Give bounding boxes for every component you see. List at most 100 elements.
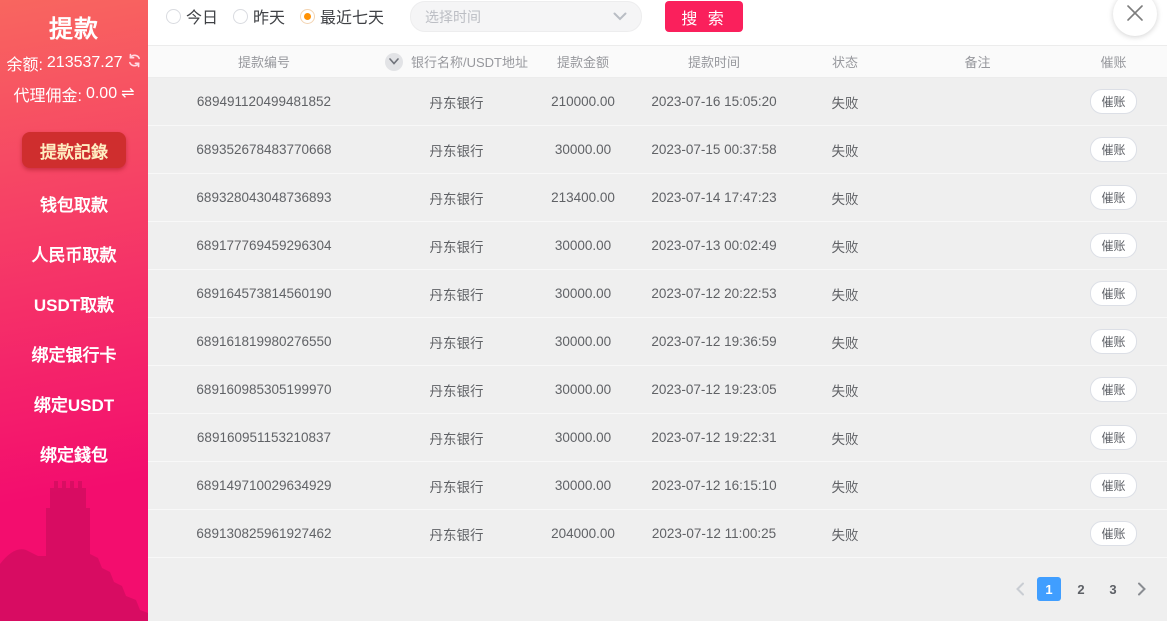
collect-button[interactable]: 催账 xyxy=(1090,281,1137,306)
radio-selected[interactable]: 最近七天 xyxy=(300,4,384,28)
cell-id: 689177769459296304 xyxy=(148,238,380,253)
cell-amount: 30000.00 xyxy=(533,286,633,301)
column-header-id[interactable]: 提款编号 xyxy=(148,52,380,71)
cell-bank: 丹东银行 xyxy=(380,284,533,304)
commission-line: 代理佣金:0.00 ⇌ xyxy=(0,82,148,106)
table-row[interactable]: 689352678483770668 丹东银行 30000.00 2023-07… xyxy=(148,126,1167,174)
date-select-placeholder: 选择时间 xyxy=(425,7,481,27)
sidebar-item[interactable]: 绑定錢包 xyxy=(0,444,148,468)
cell-id: 689352678483770668 xyxy=(148,142,380,157)
collect-button[interactable]: 催账 xyxy=(1090,233,1137,258)
close-button[interactable] xyxy=(1113,0,1157,36)
sidebar-item[interactable]: 人民币取款 xyxy=(0,244,148,268)
date-radio-group: 今日 昨天 最近七天 xyxy=(166,1,384,31)
sidebar-item[interactable]: 绑定USDT xyxy=(0,394,148,418)
cell-amount: 30000.00 xyxy=(533,334,633,349)
collect-button[interactable]: 催账 xyxy=(1090,425,1137,450)
cell-id: 689491120499481852 xyxy=(148,94,380,109)
swap-icon[interactable]: ⇌ xyxy=(121,86,134,102)
cell-status: 失败 xyxy=(795,380,895,400)
collect-button[interactable]: 催账 xyxy=(1090,473,1137,498)
cell-time: 2023-07-16 15:05:20 xyxy=(633,94,795,109)
cell-id: 689164573814560190 xyxy=(148,286,380,301)
page-button-2[interactable]: 2 xyxy=(1069,577,1093,601)
table-row[interactable]: 689161819980276550 丹东银行 30000.00 2023-07… xyxy=(148,318,1167,366)
radio-dot-icon xyxy=(233,9,248,24)
cell-status: 失败 xyxy=(795,428,895,448)
table-row[interactable]: 689149710029634929 丹东银行 30000.00 2023-07… xyxy=(148,462,1167,510)
column-header-time[interactable]: 提款时间 xyxy=(633,52,795,71)
column-header-status[interactable]: 状态 xyxy=(795,52,895,71)
main-panel: 今日昨天最近七天 选择时间 搜 索 提款编号 银行名称/USD xyxy=(148,0,1167,621)
cell-bank: 丹东银行 xyxy=(380,332,533,352)
search-button[interactable]: 搜 索 xyxy=(665,1,743,32)
pagination: 123 xyxy=(1011,577,1151,601)
cell-bank: 丹东银行 xyxy=(380,380,533,400)
date-range-select[interactable]: 选择时间 xyxy=(410,1,642,32)
collect-button[interactable]: 催账 xyxy=(1090,185,1137,210)
close-icon xyxy=(1124,2,1146,27)
cell-status: 失败 xyxy=(795,332,895,352)
collect-button[interactable]: 催账 xyxy=(1090,521,1137,546)
table-row[interactable]: 689160985305199970 丹东银行 30000.00 2023-07… xyxy=(148,366,1167,414)
prev-page-icon[interactable] xyxy=(1011,577,1029,601)
cell-amount: 30000.00 xyxy=(533,382,633,397)
radio-dot-icon xyxy=(166,9,181,24)
next-page-icon[interactable] xyxy=(1133,577,1151,601)
page-button-3[interactable]: 3 xyxy=(1101,577,1125,601)
collect-button[interactable]: 催账 xyxy=(1090,137,1137,162)
collect-button[interactable]: 催账 xyxy=(1090,89,1137,114)
cell-status: 失败 xyxy=(795,140,895,160)
table-row[interactable]: 689164573814560190 丹东银行 30000.00 2023-07… xyxy=(148,270,1167,318)
column-header-note[interactable]: 备注 xyxy=(895,52,1060,71)
cell-bank: 丹东银行 xyxy=(380,476,533,496)
cell-amount: 210000.00 xyxy=(533,94,633,109)
cell-id: 689160985305199970 xyxy=(148,382,380,397)
cell-status: 失败 xyxy=(795,284,895,304)
cell-bank: 丹东银行 xyxy=(380,428,533,448)
table-row[interactable]: 689177769459296304 丹东银行 30000.00 2023-07… xyxy=(148,222,1167,270)
radio-option[interactable]: 昨天 xyxy=(233,4,285,28)
chevron-down-icon xyxy=(613,8,627,26)
cell-status: 失败 xyxy=(795,188,895,208)
cell-bank: 丹东银行 xyxy=(380,188,533,208)
commission-label: 代理佣金: xyxy=(14,82,82,106)
sidebar-item-active[interactable]: 提款記錄 xyxy=(22,132,126,168)
balance-label: 余额: xyxy=(6,51,42,75)
cell-id: 689149710029634929 xyxy=(148,478,380,493)
refresh-icon[interactable] xyxy=(127,53,142,73)
radio-option[interactable]: 今日 xyxy=(166,4,218,28)
cell-time: 2023-07-12 19:22:31 xyxy=(633,430,795,445)
table-row[interactable]: 689160951153210837 丹东银行 30000.00 2023-07… xyxy=(148,414,1167,462)
table-header: 提款编号 银行名称/USDT地址 提款金额 提款时间 状态 备注 催账 xyxy=(148,45,1167,78)
sidebar-item[interactable]: 绑定银行卡 xyxy=(0,344,148,368)
radio-label: 昨天 xyxy=(253,4,285,28)
filter-chevron-icon[interactable] xyxy=(385,53,403,71)
table-row[interactable]: 689130825961927462 丹东银行 204000.00 2023-0… xyxy=(148,510,1167,558)
collect-button[interactable]: 催账 xyxy=(1090,329,1137,354)
page-button-1[interactable]: 1 xyxy=(1037,577,1061,601)
sidebar-item[interactable]: USDT取款 xyxy=(0,294,148,318)
table-row[interactable]: 689328043048736893 丹东银行 213400.00 2023-0… xyxy=(148,174,1167,222)
cell-bank: 丹东银行 xyxy=(380,140,533,160)
radio-label: 最近七天 xyxy=(320,4,384,28)
cell-id: 689130825961927462 xyxy=(148,526,380,541)
column-header-bank[interactable]: 银行名称/USDT地址 xyxy=(380,52,533,71)
column-header-amount[interactable]: 提款金额 xyxy=(533,52,633,71)
sidebar-item[interactable]: 钱包取款 xyxy=(0,194,148,218)
cell-time: 2023-07-15 00:37:58 xyxy=(633,142,795,157)
page-title: 提款 xyxy=(0,0,148,44)
cell-amount: 30000.00 xyxy=(533,430,633,445)
cell-time: 2023-07-12 16:15:10 xyxy=(633,478,795,493)
table-footer: 123 xyxy=(148,558,1167,620)
column-header-collect[interactable]: 催账 xyxy=(1060,52,1167,71)
cell-time: 2023-07-14 17:47:23 xyxy=(633,190,795,205)
radio-dot-icon xyxy=(300,9,315,24)
cell-amount: 30000.00 xyxy=(533,478,633,493)
cell-time: 2023-07-12 11:00:25 xyxy=(633,526,795,541)
great-wall-watermark xyxy=(0,446,148,621)
cell-status: 失败 xyxy=(795,476,895,496)
table-row[interactable]: 689491120499481852 丹东银行 210000.00 2023-0… xyxy=(148,78,1167,126)
collect-button[interactable]: 催账 xyxy=(1090,377,1137,402)
sidebar: 提款 余额:213537.27 代理佣金:0.00 ⇌ 提款記錄 钱包取款 人民… xyxy=(0,0,148,621)
